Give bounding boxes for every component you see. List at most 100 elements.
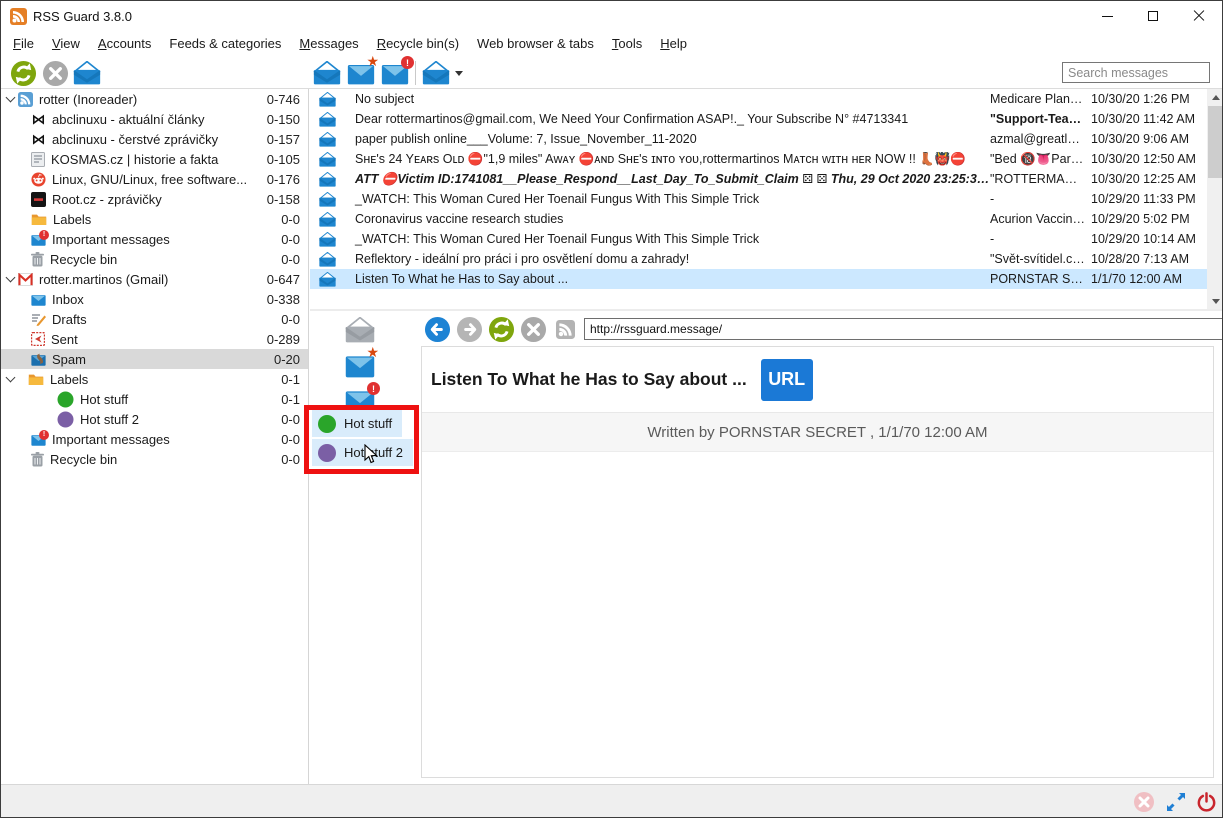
menu-recycle-bin-s[interactable]: Recycle bin(s) xyxy=(368,33,468,54)
feed-row-abclinuxu-erstv-zpr-vi-ky[interactable]: ⋈abclinuxu - čerstvé zprávičky0-157 xyxy=(1,129,308,149)
feed-row-spam[interactable]: Spam0-20 xyxy=(1,349,308,369)
arrow-down-icon xyxy=(1212,299,1220,304)
message-row[interactable]: Dear rottermartinos@gmail.com, We Need Y… xyxy=(310,109,1223,129)
menu-tools[interactable]: Tools xyxy=(603,33,651,54)
menu-view[interactable]: View xyxy=(43,33,89,54)
message-row[interactable]: ATT ⛔Victim ID:1741081__Please_Respond__… xyxy=(310,169,1223,189)
url-input[interactable] xyxy=(584,318,1223,340)
stop-disabled-icon xyxy=(1133,791,1155,813)
stop-refresh-button[interactable] xyxy=(40,58,70,88)
message-date: 10/30/20 12:50 AM xyxy=(1085,152,1207,166)
message-date: 10/29/20 10:14 AM xyxy=(1085,232,1207,246)
mark-unread-button[interactable]: ! xyxy=(380,58,410,88)
feed-row-drafts[interactable]: Drafts0-0 xyxy=(1,309,308,329)
feed-row-hot-stuff-2[interactable]: Hot stuff 20-0 xyxy=(1,409,308,429)
mark-important-button-vertical[interactable]: ★ xyxy=(343,349,377,381)
open-envelope-icon xyxy=(422,61,450,85)
scrollbar-thumb[interactable] xyxy=(1208,106,1223,178)
chevron-down-icon[interactable] xyxy=(6,272,16,282)
drafts-icon xyxy=(31,312,46,326)
message-row[interactable]: No subjectMedicare Plan <e...10/30/20 1:… xyxy=(310,89,1223,109)
fullscreen-button[interactable] xyxy=(1164,790,1188,814)
feed-row-root-cz-zpr-vi-ky[interactable]: Root.cz - zprávičky0-158 xyxy=(1,189,308,209)
chevron-down-icon[interactable] xyxy=(6,92,16,102)
feed-row-sent[interactable]: Sent0-289 xyxy=(1,329,308,349)
feed-label: Hot stuff 2 xyxy=(80,412,273,427)
close-button[interactable] xyxy=(1176,1,1222,31)
message-subject: ATT ⛔Victim ID:1741081__Please_Respond__… xyxy=(336,171,990,187)
feed-count: 0-1 xyxy=(281,392,300,407)
stop-disabled-button[interactable] xyxy=(1132,790,1156,814)
feed-label: Root.cz - zprávičky xyxy=(52,192,259,207)
mark-read-button-vertical[interactable] xyxy=(343,314,377,346)
message-url-button[interactable]: URL xyxy=(761,359,813,401)
back-button[interactable] xyxy=(421,313,453,345)
feed-row-kosmas-cz-historie-a-fakta[interactable]: KOSMAS.cz | historie a fakta0-105 xyxy=(1,149,308,169)
feed-label: rotter.martinos (Gmail) xyxy=(39,272,259,287)
chevron-down-icon[interactable] xyxy=(6,372,16,382)
quit-button[interactable] xyxy=(1194,790,1218,814)
message-row[interactable]: Coronavirus vaccine research studiesAcur… xyxy=(310,209,1223,229)
message-actions-dropdown[interactable] xyxy=(420,58,464,88)
menu-web-browser-tabs[interactable]: Web browser & tabs xyxy=(468,33,603,54)
maximize-button[interactable] xyxy=(1130,1,1176,31)
message-row[interactable]: Reflektory - ideální pro práci i pro osv… xyxy=(310,249,1223,269)
feed-row-inbox[interactable]: Inbox0-338 xyxy=(1,289,308,309)
feed-row-rotter-martinos-gmail[interactable]: rotter.martinos (Gmail)0-647 xyxy=(1,269,308,289)
envelope-star-icon: ★ xyxy=(345,352,375,378)
feed-label: abclinuxu - aktuální články xyxy=(52,112,259,127)
feed-label: Important messages xyxy=(52,232,273,247)
open-envelope-icon xyxy=(319,132,336,147)
message-list-scrollbar[interactable] xyxy=(1207,89,1223,309)
forward-button[interactable] xyxy=(453,313,485,345)
feed-count: 0-746 xyxy=(267,92,300,107)
reddit-icon xyxy=(31,172,46,187)
message-sender: "ROTTERMARTIN... xyxy=(990,172,1085,186)
menu-file[interactable]: File xyxy=(4,33,43,54)
toolbar-separator xyxy=(415,61,416,85)
message-subject: Sʜᴇ's 24 Yᴇᴀʀs Oʟᴅ ⛔"1,9 miles" Aᴡᴀʏ ⛔ᴀɴ… xyxy=(336,152,990,167)
minimize-button[interactable] xyxy=(1084,1,1130,31)
mouse-cursor xyxy=(364,444,378,469)
refresh-feeds-button[interactable] xyxy=(8,58,38,88)
horizontal-splitter[interactable] xyxy=(310,309,1222,311)
scroll-up-button[interactable] xyxy=(1207,89,1223,105)
feed-label: abclinuxu - čerstvé zprávičky xyxy=(52,132,259,147)
message-sender: "Svět-svítidel.cz" ... xyxy=(990,252,1085,266)
message-row[interactable]: Sʜᴇ's 24 Yᴇᴀʀs Oʟᴅ ⛔"1,9 miles" Aᴡᴀʏ ⛔ᴀɴ… xyxy=(310,149,1223,169)
rss-app-icon xyxy=(10,8,27,25)
menu-accounts[interactable]: Accounts xyxy=(89,33,160,54)
feed-row-recycle-bin[interactable]: Recycle bin0-0 xyxy=(1,249,308,269)
message-subject: Dear rottermartinos@gmail.com, We Need Y… xyxy=(336,112,990,126)
menu-feeds-categories[interactable]: Feeds & categories xyxy=(160,33,290,54)
message-row[interactable]: Listen To What he Has to Say about ...PO… xyxy=(310,269,1223,289)
feed-row-rotter-inoreader[interactable]: rotter (Inoreader)0-746 xyxy=(1,89,308,109)
message-title: Listen To What he Has to Say about ... xyxy=(431,369,747,390)
scroll-down-button[interactable] xyxy=(1207,293,1223,309)
feed-row-labels[interactable]: Labels0-1 xyxy=(1,369,308,389)
message-date: 10/30/20 12:25 AM xyxy=(1085,172,1207,186)
message-date: 10/29/20 5:02 PM xyxy=(1085,212,1207,226)
message-row[interactable]: paper publish online___Volume: 7, Issue_… xyxy=(310,129,1223,149)
feed-row-important-messages[interactable]: !Important messages0-0 xyxy=(1,429,308,449)
feed-envelope-button[interactable] xyxy=(72,58,102,88)
feed-row-linux-gnu-linux-free-software[interactable]: Linux, GNU/Linux, free software...0-176 xyxy=(1,169,308,189)
feed-row-important-messages[interactable]: !Important messages0-0 xyxy=(1,229,308,249)
envelope-exclamation-icon: ! xyxy=(381,61,409,85)
feed-label: Labels xyxy=(50,372,273,387)
feed-row-abclinuxu-aktu-ln-l-nky[interactable]: ⋈abclinuxu - aktuální články0-150 xyxy=(1,109,308,129)
feed-row-labels[interactable]: Labels0-0 xyxy=(1,209,308,229)
inbox-icon xyxy=(31,293,46,306)
message-row[interactable]: _WATCH: This Woman Cured Her Toenail Fun… xyxy=(310,229,1223,249)
message-row[interactable]: _WATCH: This Woman Cured Her Toenail Fun… xyxy=(310,189,1223,209)
mark-important-button[interactable]: ★ xyxy=(346,58,376,88)
feed-count: 0-0 xyxy=(281,232,300,247)
feed-row-recycle-bin[interactable]: Recycle bin0-0 xyxy=(1,449,308,469)
mark-read-button[interactable] xyxy=(312,58,342,88)
stop-button[interactable] xyxy=(517,313,549,345)
search-input[interactable] xyxy=(1062,62,1210,83)
menu-messages[interactable]: Messages xyxy=(290,33,367,54)
feed-row-hot-stuff[interactable]: Hot stuff0-1 xyxy=(1,389,308,409)
reload-button[interactable] xyxy=(485,313,517,345)
menu-help[interactable]: Help xyxy=(651,33,696,54)
